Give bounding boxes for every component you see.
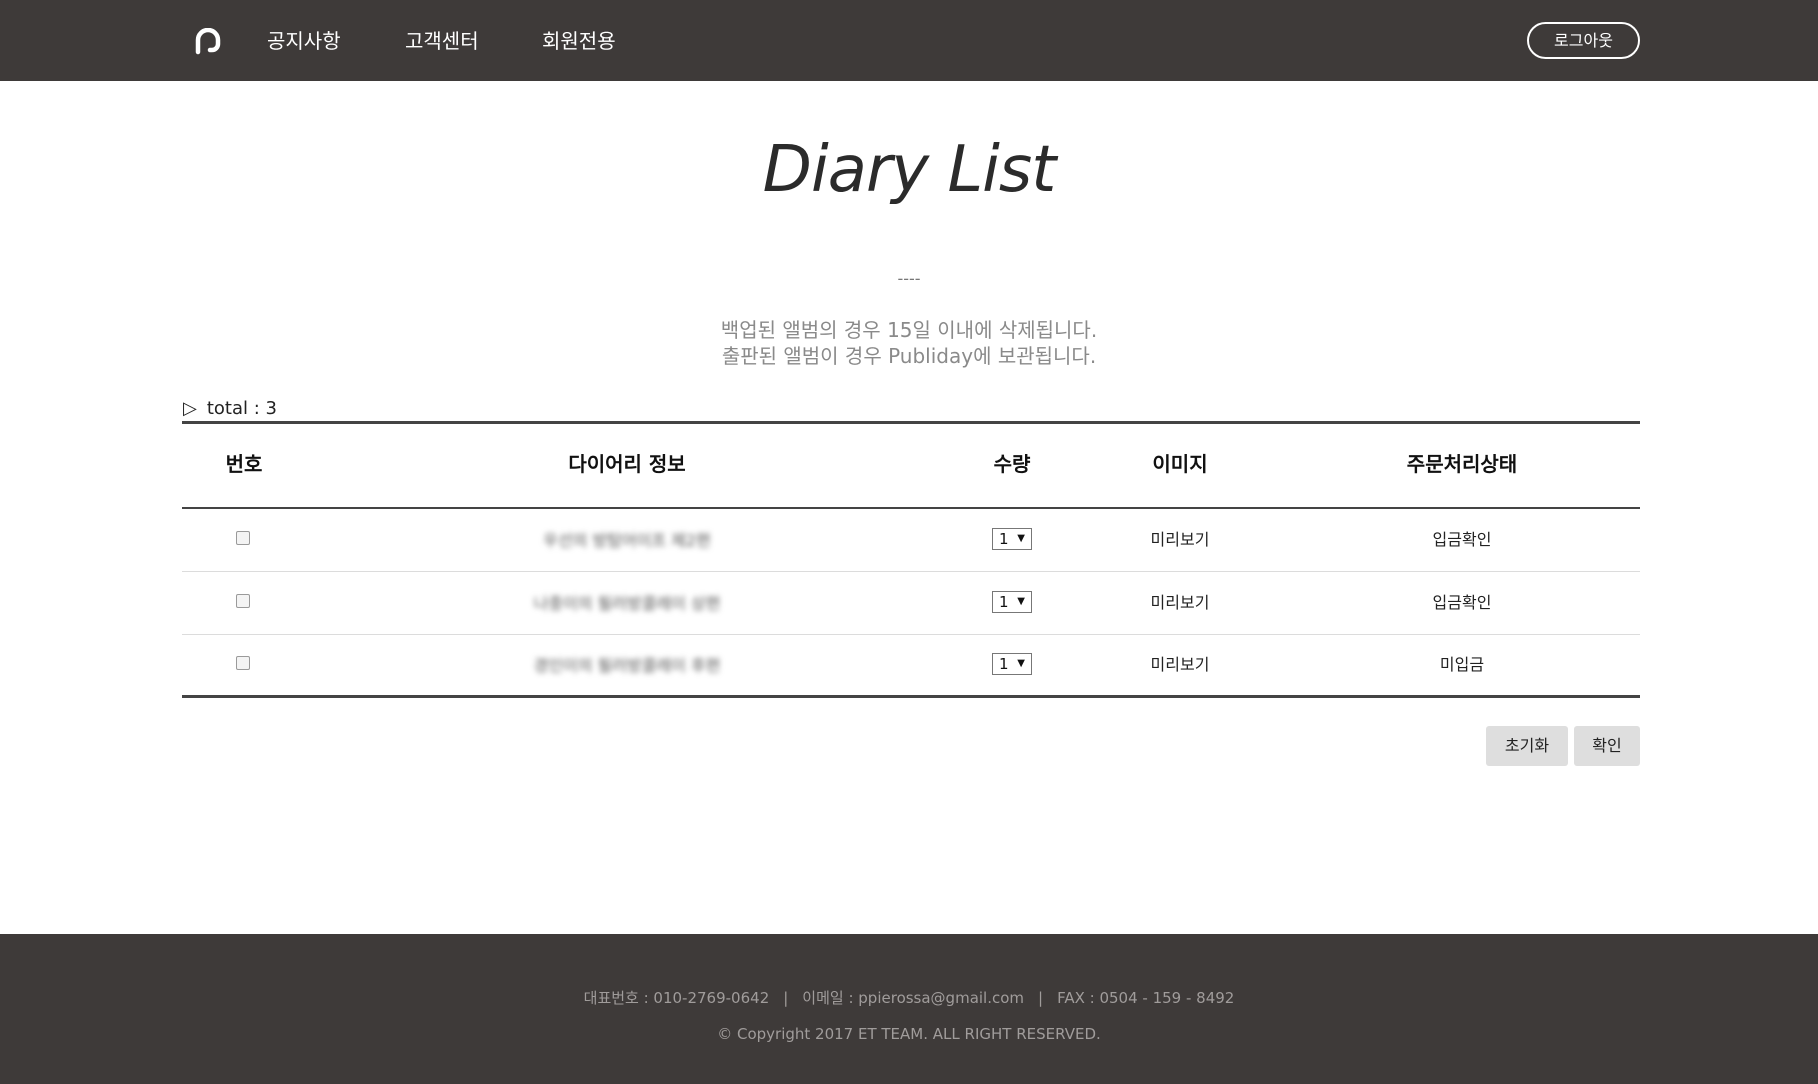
nav-notice[interactable]: 공지사항 — [267, 26, 341, 56]
order-status: 입금확인 — [1432, 593, 1492, 612]
caret-down-icon: ▼ — [1017, 658, 1025, 669]
column-header-order-status: 주문처리상태 — [1406, 452, 1518, 476]
quantity-select[interactable]: 1 ▼ — [992, 528, 1032, 550]
footer-fax: FAX : 0504 - 159 - 8492 — [1057, 989, 1235, 1007]
total-label: total : 3 — [206, 398, 277, 419]
title-divider: ---- — [897, 269, 921, 288]
quantity-value: 1 — [999, 593, 1009, 611]
diary-info: 나중이의 필러방콜레이 상편 — [533, 594, 721, 613]
preview-link[interactable]: 미리보기 — [1076, 592, 1284, 614]
footer-separator: | — [1038, 989, 1044, 1007]
footer-email: 이메일 : ppierossa@gmail.com — [802, 989, 1025, 1007]
row-checkbox[interactable] — [236, 656, 250, 670]
table-header-border — [182, 507, 1640, 509]
diary-info: 우선의 방탐어이프 제2편 — [543, 531, 711, 550]
footer-copyright: © Copyright 2017 ET TEAM. ALL RIGHT RESE… — [717, 1025, 1101, 1043]
brand-logo-icon[interactable] — [194, 28, 222, 56]
caret-down-icon: ▼ — [1017, 596, 1025, 607]
notice-text: 백업된 앨범의 경우 15일 이내에 삭제됩니다. 출판된 앨범이 경우 Pub… — [0, 317, 1818, 369]
column-header-diary-info: 다이어리 정보 — [568, 452, 686, 476]
quantity-select[interactable]: 1 ▼ — [992, 591, 1032, 613]
row-checkbox[interactable] — [236, 531, 250, 545]
order-status: 입금확인 — [1432, 530, 1492, 549]
nav-members-only[interactable]: 회원전용 — [542, 26, 616, 56]
row-divider — [182, 634, 1640, 635]
footer-contact: 대표번호 : 010-2769-0642 | 이메일 : ppierossa@gma… — [0, 987, 1818, 1009]
nav-customer-center[interactable]: 고객센터 — [405, 26, 479, 56]
quantity-value: 1 — [999, 530, 1009, 548]
diary-info: 경인이의 필러방콜레이 후편 — [533, 656, 721, 675]
page-title: Diary List — [762, 133, 1057, 207]
notice-line-2: 출판된 앨범이 경우 Publiday에 보관됩니다. — [721, 344, 1097, 368]
preview-link[interactable]: 미리보기 — [1076, 529, 1284, 551]
quantity-select[interactable]: 1 ▼ — [992, 653, 1032, 675]
row-checkbox[interactable] — [236, 594, 250, 608]
top-navigation-bar: 공지사항 고객센터 회원전용 로그아웃 — [0, 0, 1818, 81]
preview-link[interactable]: 미리보기 — [1076, 654, 1284, 676]
column-header-image: 이미지 — [1152, 452, 1208, 476]
reset-button[interactable]: 초기화 — [1486, 726, 1568, 766]
total-count: ▷ total : 3 — [183, 397, 277, 421]
footer — [0, 934, 1818, 1084]
order-status: 미입금 — [1439, 655, 1485, 674]
row-divider — [182, 571, 1640, 572]
triangle-right-icon: ▷ — [183, 398, 197, 419]
quantity-value: 1 — [999, 655, 1009, 673]
column-header-quantity: 수량 — [993, 452, 1031, 476]
footer-phone: 대표번호 : 010-2769-0642 — [583, 989, 770, 1007]
caret-down-icon: ▼ — [1017, 533, 1025, 544]
footer-separator: | — [783, 989, 789, 1007]
confirm-button[interactable]: 확인 — [1574, 726, 1640, 766]
column-header-number: 번호 — [225, 452, 263, 476]
notice-line-1: 백업된 앨범의 경우 15일 이내에 삭제됩니다. — [720, 318, 1098, 342]
logout-button[interactable]: 로그아웃 — [1527, 22, 1640, 59]
table-top-border — [182, 421, 1640, 424]
table-bottom-border — [182, 695, 1640, 698]
